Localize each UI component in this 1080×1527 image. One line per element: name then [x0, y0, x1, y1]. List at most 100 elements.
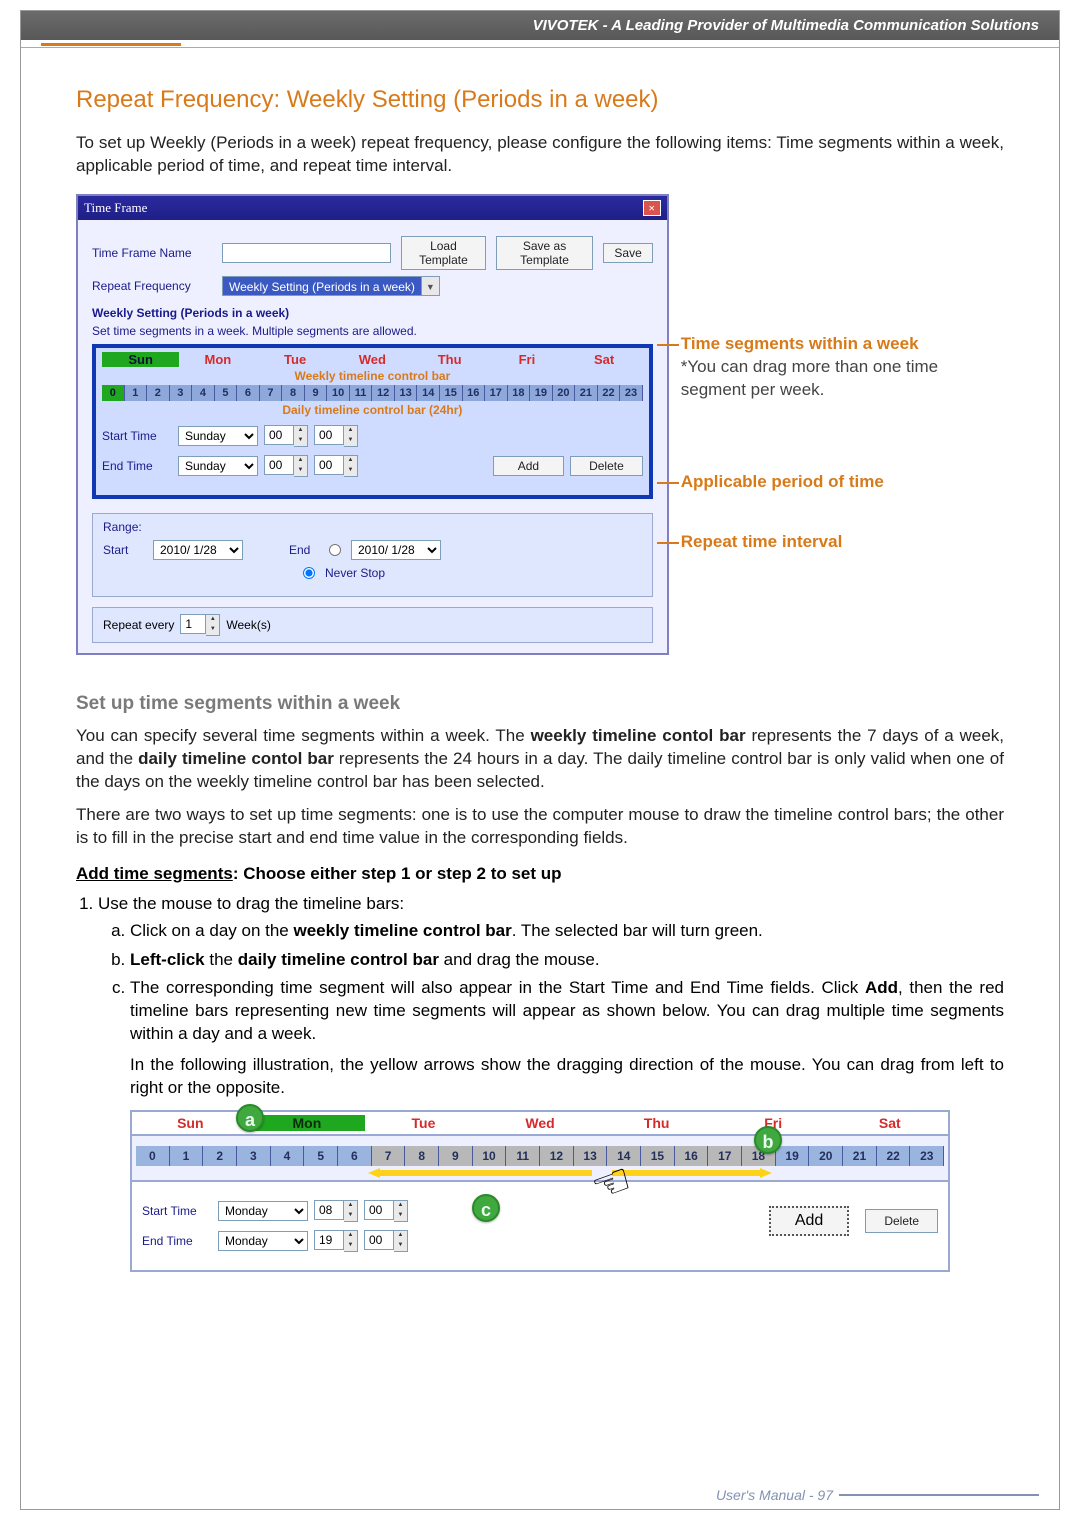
hour-cell[interactable]: 2: [147, 385, 170, 401]
hour-cell[interactable]: 10: [473, 1146, 507, 1166]
hour-cell[interactable]: 0: [136, 1146, 170, 1166]
day-fri[interactable]: Fri: [488, 352, 565, 367]
hour-cell[interactable]: 8: [282, 385, 305, 401]
hour-cell[interactable]: 12: [540, 1146, 574, 1166]
end-day-select[interactable]: Sunday: [178, 456, 258, 476]
hour-cell[interactable]: 4: [192, 385, 215, 401]
start-date-select[interactable]: 2010/ 1/28: [153, 540, 243, 560]
end-min-input[interactable]: [314, 455, 344, 475]
illus-start-min-input[interactable]: [364, 1200, 394, 1220]
illus-add-button[interactable]: Add: [769, 1206, 849, 1236]
add-button[interactable]: Add: [493, 456, 564, 476]
hour-cell[interactable]: 5: [215, 385, 238, 401]
hour-cell[interactable]: 4: [271, 1146, 305, 1166]
illus-day-wed[interactable]: Wed: [482, 1115, 599, 1131]
illus-delete-button[interactable]: Delete: [865, 1209, 938, 1233]
save-button[interactable]: Save: [603, 243, 652, 263]
hour-cell[interactable]: 7: [372, 1146, 406, 1166]
day-sun[interactable]: Sun: [102, 352, 179, 367]
hour-cell[interactable]: 1: [125, 385, 148, 401]
start-hour-input[interactable]: [264, 425, 294, 445]
hour-cell[interactable]: 20: [553, 385, 576, 401]
end-min-spinner[interactable]: ▲▼: [314, 455, 358, 477]
hours-row[interactable]: 0 1 2 3 4 5 6 7 8 9 10 11 12: [102, 385, 643, 401]
illus-end-min-input[interactable]: [364, 1230, 394, 1250]
illus-day-thu[interactable]: Thu: [598, 1115, 715, 1131]
hour-cell[interactable]: 17: [485, 385, 508, 401]
hour-cell[interactable]: 21: [843, 1146, 877, 1166]
load-template-button[interactable]: Load Template: [401, 236, 485, 270]
illus-end-min-spinner[interactable]: ▲▼: [364, 1230, 408, 1252]
add-time-segments-heading: Add time segments: Choose either step 1 …: [76, 864, 1004, 884]
chevron-down-icon: ▼: [421, 277, 439, 295]
hour-cell[interactable]: 8: [405, 1146, 439, 1166]
illus-end-day-select[interactable]: Monday: [218, 1231, 308, 1251]
hour-cell[interactable]: 15: [440, 385, 463, 401]
repeat-frequency-select[interactable]: Weekly Setting (Periods in a week) ▼: [222, 276, 440, 296]
hour-cell[interactable]: 12: [372, 385, 395, 401]
hour-cell[interactable]: 1: [170, 1146, 204, 1166]
repeat-spinner[interactable]: ▲▼: [180, 614, 220, 636]
hour-cell[interactable]: 23: [620, 385, 643, 401]
end-hour-input[interactable]: [264, 455, 294, 475]
day-thu[interactable]: Thu: [411, 352, 488, 367]
hour-cell[interactable]: 21: [575, 385, 598, 401]
day-mon[interactable]: Mon: [179, 352, 256, 367]
illus-end-hour-input[interactable]: [314, 1230, 344, 1250]
illus-day-tue[interactable]: Tue: [365, 1115, 482, 1131]
hour-cell[interactable]: 14: [417, 385, 440, 401]
hour-cell[interactable]: 15: [641, 1146, 675, 1166]
delete-button[interactable]: Delete: [570, 456, 643, 476]
end-date-select[interactable]: 2010/ 1/28: [351, 540, 441, 560]
hour-cell[interactable]: 9: [439, 1146, 473, 1166]
day-sat[interactable]: Sat: [566, 352, 643, 367]
never-stop-radio[interactable]: [303, 567, 315, 579]
illus-start-hour-spinner[interactable]: ▲▼: [314, 1200, 358, 1222]
illus-day-mon[interactable]: Mon: [249, 1115, 366, 1131]
hour-cell[interactable]: 2: [203, 1146, 237, 1166]
hour-cell[interactable]: 22: [877, 1146, 911, 1166]
illus-end-hour-spinner[interactable]: ▲▼: [314, 1230, 358, 1252]
hour-cell[interactable]: 19: [530, 385, 553, 401]
hour-cell[interactable]: 7: [260, 385, 283, 401]
hour-cell[interactable]: 18: [508, 385, 531, 401]
hour-cell[interactable]: 6: [338, 1146, 372, 1166]
hour-cell[interactable]: 16: [463, 385, 486, 401]
hour-cell[interactable]: 3: [170, 385, 193, 401]
illus-hours-row[interactable]: 0 1 2 3 4 5 6 7 8 9 10 11 12 13 14 15 16: [136, 1146, 944, 1166]
day-tue[interactable]: Tue: [257, 352, 334, 367]
hour-cell[interactable]: 20: [809, 1146, 843, 1166]
hour-cell[interactable]: 6: [237, 385, 260, 401]
start-min-spinner[interactable]: ▲▼: [314, 425, 358, 447]
hour-cell[interactable]: 5: [304, 1146, 338, 1166]
save-as-template-button[interactable]: Save as Template: [496, 236, 594, 270]
end-date-radio[interactable]: [329, 544, 341, 556]
hour-cell[interactable]: 11: [506, 1146, 540, 1166]
hour-cell[interactable]: 9: [305, 385, 328, 401]
illus-start-hour-input[interactable]: [314, 1200, 344, 1220]
illus-start-day-select[interactable]: Monday: [218, 1201, 308, 1221]
hour-cell[interactable]: 16: [675, 1146, 709, 1166]
illus-start-min-spinner[interactable]: ▲▼: [364, 1200, 408, 1222]
hour-cell[interactable]: 22: [598, 385, 621, 401]
end-hour-spinner[interactable]: ▲▼: [264, 455, 308, 477]
repeat-value-input[interactable]: [180, 614, 206, 634]
illus-day-sun[interactable]: Sun: [132, 1115, 249, 1131]
time-frame-name-input[interactable]: [222, 243, 391, 263]
hour-cell[interactable]: 11: [350, 385, 373, 401]
start-min-input[interactable]: [314, 425, 344, 445]
weekly-bar-label: Weekly timeline control bar: [102, 369, 643, 383]
start-day-select[interactable]: Sunday: [178, 426, 258, 446]
hour-cell[interactable]: 10: [327, 385, 350, 401]
week-days-row[interactable]: Sun Mon Tue Wed Thu Fri Sat: [102, 352, 643, 367]
day-wed[interactable]: Wed: [334, 352, 411, 367]
hour-cell[interactable]: 13: [395, 385, 418, 401]
close-icon[interactable]: ×: [643, 200, 661, 216]
hour-cell[interactable]: 0: [102, 385, 125, 401]
hour-cell[interactable]: 23: [910, 1146, 944, 1166]
start-hour-spinner[interactable]: ▲▼: [264, 425, 308, 447]
hour-cell[interactable]: 17: [708, 1146, 742, 1166]
hour-cell[interactable]: 3: [237, 1146, 271, 1166]
illus-day-sat[interactable]: Sat: [831, 1115, 948, 1131]
hour-cell[interactable]: 19: [776, 1146, 810, 1166]
